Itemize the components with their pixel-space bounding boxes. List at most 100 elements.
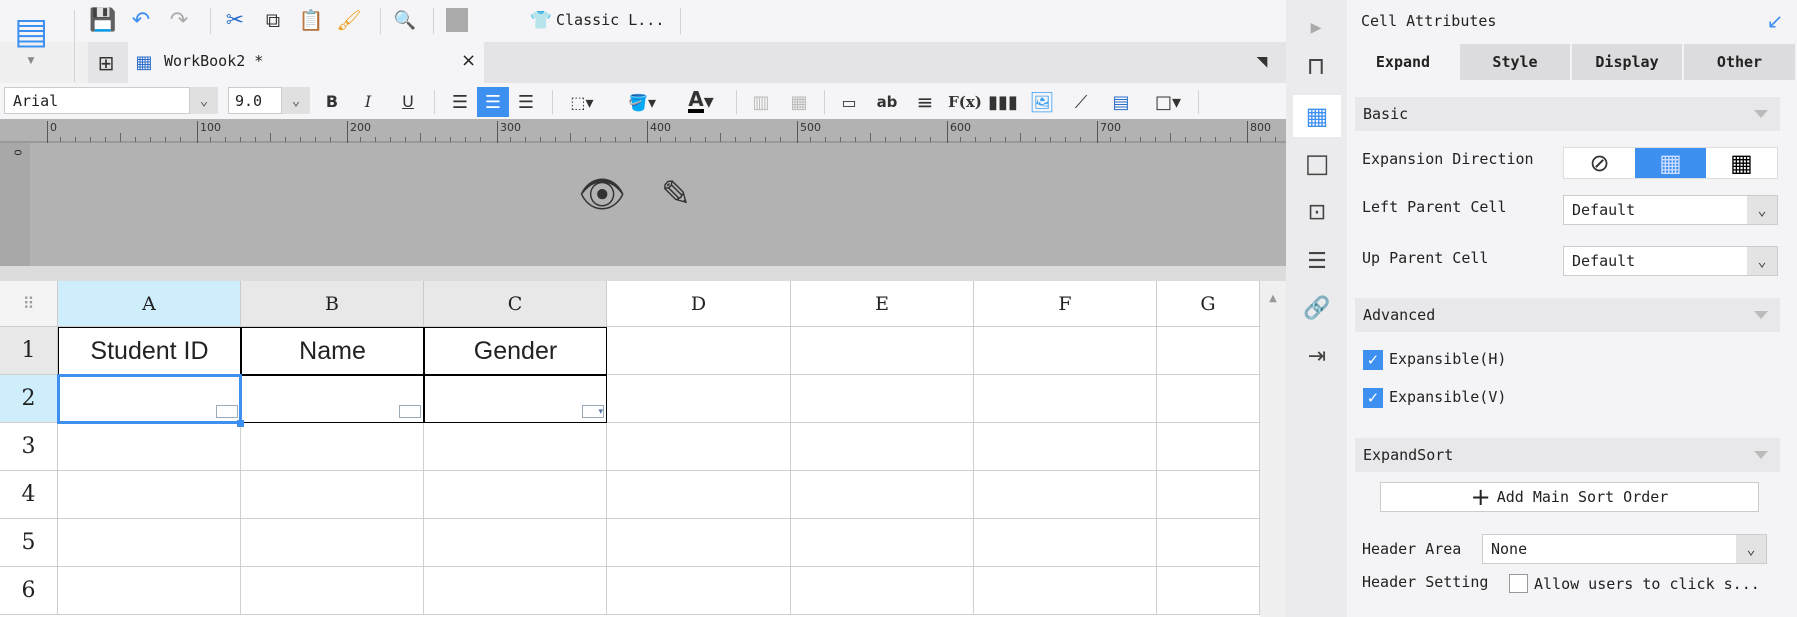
condition-attr-icon[interactable]: ☰ <box>1300 245 1334 277</box>
cell-E3[interactable] <box>791 423 974 471</box>
text-ab-icon[interactable]: ab <box>874 88 900 116</box>
bold-button[interactable]: B <box>320 88 344 114</box>
cell-G5[interactable] <box>1157 519 1260 567</box>
header-area-select[interactable]: None ⌄ <box>1482 534 1767 564</box>
window-menu-icon[interactable]: ◥ <box>1250 50 1274 74</box>
text-search-icon[interactable]: 🔍 <box>392 6 418 34</box>
border-icon[interactable]: ⬚▾ <box>560 88 604 116</box>
preview-report-icon[interactable]: ▤ <box>14 8 48 54</box>
hyperlink-icon[interactable]: 🔗 <box>1300 292 1334 324</box>
cell-C6[interactable] <box>424 567 607 615</box>
column-header-F[interactable]: F <box>974 281 1157 327</box>
cell-F5[interactable] <box>974 519 1157 567</box>
font-family-dropdown-icon[interactable]: ⌄ <box>190 87 218 114</box>
row-header-4[interactable]: 4 <box>0 471 58 519</box>
cell-A4[interactable] <box>58 471 241 519</box>
cell-E2[interactable] <box>791 375 974 423</box>
section-expand-sort[interactable]: ExpandSort <box>1355 438 1780 472</box>
tab-style[interactable]: Style <box>1460 44 1570 80</box>
vertical-scrollbar[interactable]: ▲ <box>1260 281 1286 617</box>
cell-A3[interactable] <box>58 423 241 471</box>
column-header-G[interactable]: G <box>1157 281 1260 327</box>
dock-panel-icon[interactable]: ↙ <box>1764 9 1786 33</box>
cell-E1[interactable] <box>791 327 974 375</box>
row-header-6[interactable]: 6 <box>0 567 58 615</box>
italic-button[interactable]: I <box>356 88 380 114</box>
formula-icon[interactable]: F(x) <box>948 88 982 116</box>
cell-A5[interactable] <box>58 519 241 567</box>
redo-icon[interactable]: ↷ <box>166 6 192 34</box>
hidden-eye-icon[interactable]: 👁 <box>576 170 628 218</box>
cell-B3[interactable] <box>241 423 424 471</box>
cell-C2[interactable]: ▾ <box>424 375 607 423</box>
tab-other[interactable]: Other <box>1684 44 1795 80</box>
up-parent-select[interactable]: Default ⌄ <box>1563 246 1778 276</box>
rich-text-icon[interactable]: ≡ <box>912 88 938 116</box>
cell-E4[interactable] <box>791 471 974 519</box>
data-entry-icon[interactable]: ⇥ <box>1300 340 1334 372</box>
expansible-v-checkbox[interactable]: ✓ <box>1363 388 1383 408</box>
allow-click-checkbox[interactable] <box>1509 574 1528 593</box>
cell-B2[interactable] <box>241 375 424 423</box>
font-size-dropdown-icon[interactable]: ⌄ <box>282 87 310 114</box>
cell-A1[interactable]: Student ID <box>58 327 241 375</box>
paste-icon[interactable]: 📋 <box>298 6 324 34</box>
shirt-style-icon[interactable]: 👕 <box>528 6 554 34</box>
cell-B4[interactable] <box>241 471 424 519</box>
cell-A6[interactable] <box>58 567 241 615</box>
cell-D6[interactable] <box>607 567 791 615</box>
text-field-icon[interactable]: ▭ <box>836 88 862 116</box>
cell-element-attr-icon[interactable]: □ <box>1300 148 1334 180</box>
cell-D4[interactable] <box>607 471 791 519</box>
font-family-select[interactable]: Arial <box>4 87 190 114</box>
preview-dropdown-icon[interactable]: ▼ <box>24 54 38 68</box>
cell-G6[interactable] <box>1157 567 1260 615</box>
scroll-up-icon[interactable]: ▲ <box>1266 291 1280 305</box>
chart-icon[interactable]: ▮▮▮ <box>988 88 1018 116</box>
cell-G4[interactable] <box>1157 471 1260 519</box>
save-icon[interactable]: 💾 <box>89 6 116 34</box>
subreport-icon[interactable]: ▤ <box>1108 88 1134 116</box>
new-workbook-icon[interactable]: ⊞ <box>92 48 120 78</box>
underline-button[interactable]: U <box>396 88 420 114</box>
cell-G3[interactable] <box>1157 423 1260 471</box>
tab-display[interactable]: Display <box>1572 44 1682 80</box>
cut-icon[interactable]: ✂ <box>222 6 248 34</box>
vertical-expansion-icon[interactable]: ▦ <box>1635 148 1706 178</box>
cell-B6[interactable] <box>241 567 424 615</box>
image-icon[interactable]: 🖼 <box>1028 88 1056 116</box>
expansible-h-checkbox[interactable]: ✓ <box>1363 350 1383 370</box>
horizontal-expansion-icon[interactable]: ▦ <box>1706 148 1777 178</box>
cell-C4[interactable] <box>424 471 607 519</box>
slash-icon[interactable]: ⟋ <box>1068 88 1094 116</box>
cell-C1[interactable]: Gender <box>424 327 607 375</box>
column-header-B[interactable]: B <box>241 281 424 327</box>
add-main-sort-button[interactable]: + Add Main Sort Order <box>1380 482 1759 512</box>
row-header-2[interactable]: 2 <box>0 375 58 423</box>
tab-expand[interactable]: Expand <box>1347 44 1459 80</box>
cell-G2[interactable] <box>1157 375 1260 423</box>
font-color-icon[interactable]: A ▾ <box>676 86 726 116</box>
row-header-5[interactable]: 5 <box>0 519 58 567</box>
selected-cell-A2[interactable] <box>57 374 242 424</box>
undo-icon[interactable]: ↶ <box>128 6 154 34</box>
fill-color-icon[interactable]: 🪣▾ <box>618 88 666 116</box>
no-expansion-icon[interactable]: ⊘ <box>1564 148 1635 178</box>
row-header-3[interactable]: 3 <box>0 423 58 471</box>
section-advanced[interactable]: Advanced <box>1355 298 1780 332</box>
align-right-icon[interactable]: ☰ <box>512 88 540 116</box>
cell-D1[interactable] <box>607 327 791 375</box>
widget-attr-icon[interactable]: ⊡ <box>1300 196 1334 228</box>
left-parent-select[interactable]: Default ⌄ <box>1563 195 1778 225</box>
cell-F2[interactable] <box>974 375 1157 423</box>
cell-C5[interactable] <box>424 519 607 567</box>
cell-D2[interactable] <box>607 375 791 423</box>
cell-B5[interactable] <box>241 519 424 567</box>
cell-G1[interactable] <box>1157 327 1260 375</box>
column-header-D[interactable]: D <box>607 281 791 327</box>
format-painter-icon[interactable]: 🖌 <box>336 6 362 34</box>
column-header-C[interactable]: C <box>424 281 607 327</box>
tab-close-icon[interactable]: × <box>461 50 476 71</box>
row-header-1[interactable]: 1 <box>0 327 58 375</box>
column-header-A[interactable]: A <box>58 281 241 327</box>
